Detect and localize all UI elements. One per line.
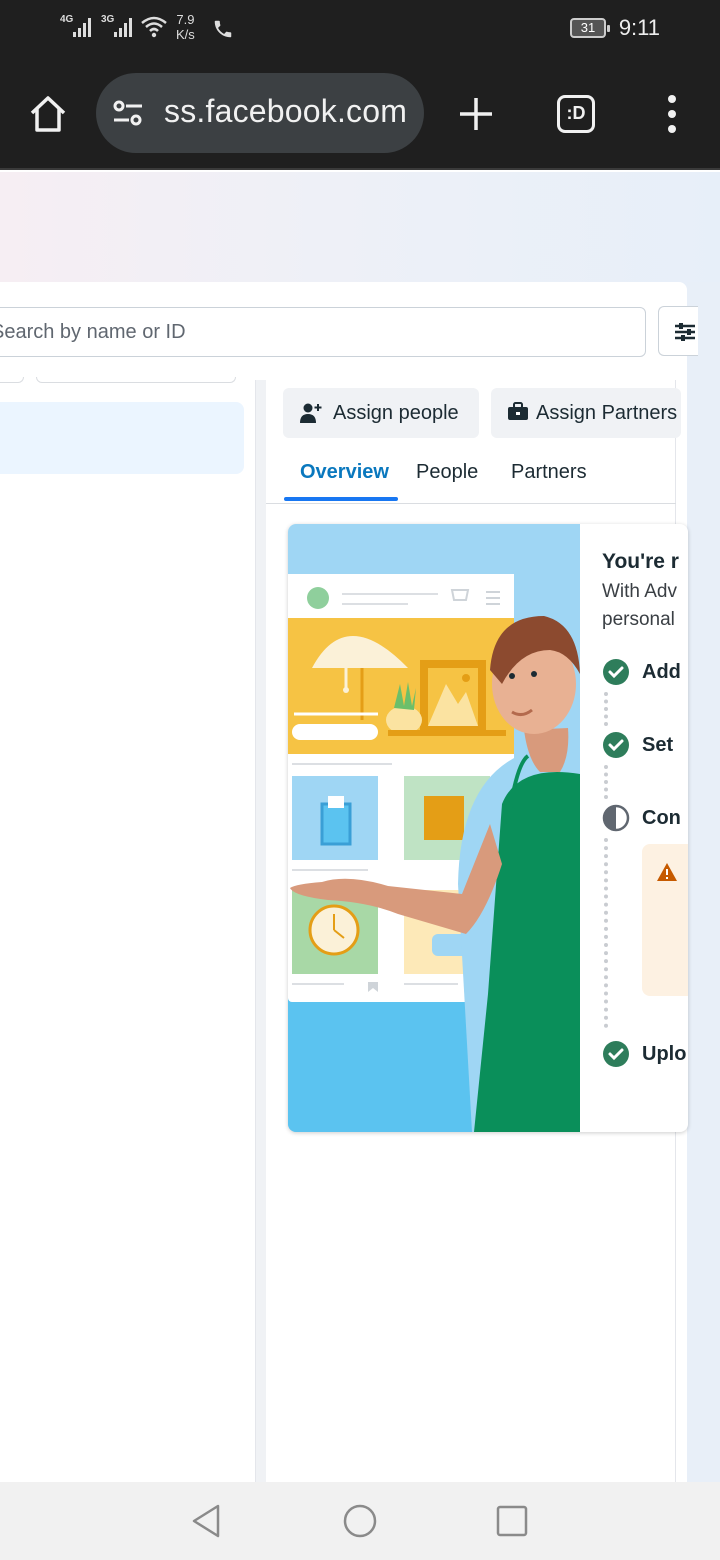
list-column xyxy=(0,380,256,1482)
clock: 9:11 xyxy=(618,15,660,40)
shop-owner-illustration xyxy=(288,524,580,1132)
filter-button[interactable] xyxy=(658,306,698,356)
step-label: Set xyxy=(642,734,674,756)
card-title: You're r xyxy=(602,550,679,573)
check-circle-icon xyxy=(603,1041,629,1067)
signal-strength-icon xyxy=(73,18,91,37)
active-tab-indicator xyxy=(284,497,398,501)
square-recents-icon[interactable] xyxy=(493,1502,531,1540)
half-circle-progress-icon xyxy=(602,804,630,832)
step-label: Add xyxy=(642,661,681,683)
signal-strength-icon xyxy=(114,18,132,37)
check-circle-icon xyxy=(603,732,629,758)
card-description-line: With Adv xyxy=(602,581,677,602)
home-icon[interactable] xyxy=(26,92,70,136)
triangle-back-icon[interactable] xyxy=(188,1502,226,1540)
battery-indicator: 31 xyxy=(570,18,610,38)
card-content: You're r With Adv personal Add Set Con U… xyxy=(580,524,688,1132)
speed-unit: K/s xyxy=(176,27,195,42)
business-settings-panel: Assign people Assign Partners Overview P… xyxy=(0,282,698,1482)
column-divider xyxy=(256,380,266,1482)
step-connector xyxy=(604,692,608,726)
circle-home-icon[interactable] xyxy=(341,1502,379,1540)
tab-people[interactable]: People xyxy=(416,461,478,484)
card-description-line: personal xyxy=(602,609,675,630)
detail-column: Assign people Assign Partners Overview P… xyxy=(266,380,688,1482)
system-navigation-bar xyxy=(0,1482,720,1560)
more-vert-icon[interactable] xyxy=(660,94,684,134)
page-background-strip xyxy=(687,282,720,1482)
url-text[interactable]: ss.facebook.com xyxy=(164,93,414,130)
card-description: With Adv personal xyxy=(602,578,677,634)
assign-people-button[interactable]: Assign people xyxy=(283,388,479,438)
check-circle-icon xyxy=(603,659,629,685)
tune-icon[interactable] xyxy=(110,95,146,131)
step-label: Con xyxy=(642,807,681,829)
assign-partners-button[interactable]: Assign Partners xyxy=(491,388,681,438)
warning-notice xyxy=(642,844,688,996)
assign-partners-label: Assign Partners xyxy=(536,402,678,424)
assign-people-label: Assign people xyxy=(333,402,459,424)
warning-icon xyxy=(657,863,677,881)
search-field[interactable] xyxy=(0,307,646,357)
phone-call-icon xyxy=(214,20,232,38)
tab-bar: Overview People Partners xyxy=(266,444,676,504)
briefcase-icon xyxy=(508,402,528,420)
speed-value: 7.9 xyxy=(176,12,195,27)
wifi-icon xyxy=(141,16,167,38)
network-speed: 7.9 K/s xyxy=(176,12,195,42)
filter-sliders-icon xyxy=(675,323,695,341)
browser-toolbar: ss.facebook.com :D xyxy=(0,58,720,170)
plus-icon[interactable] xyxy=(456,94,496,134)
tab-overview[interactable]: Overview xyxy=(300,461,389,484)
list-item-selected[interactable] xyxy=(0,402,244,474)
status-bar: 4G 3G 7.9 K/s 31 9:11 xyxy=(0,0,720,58)
step-connector xyxy=(604,765,608,799)
web-page: Assign people Assign Partners Overview P… xyxy=(0,172,720,1482)
tab-partners[interactable]: Partners xyxy=(511,461,587,484)
setup-progress-card: You're r With Adv personal Add Set Con U… xyxy=(288,524,688,1132)
step-connector xyxy=(604,838,608,1028)
step-label: Uplo xyxy=(642,1043,687,1065)
tab-switcher-icon[interactable]: :D xyxy=(557,95,595,133)
address-bar[interactable]: ss.facebook.com xyxy=(96,73,424,153)
search-input[interactable] xyxy=(0,318,591,346)
person-add-icon xyxy=(300,403,322,423)
